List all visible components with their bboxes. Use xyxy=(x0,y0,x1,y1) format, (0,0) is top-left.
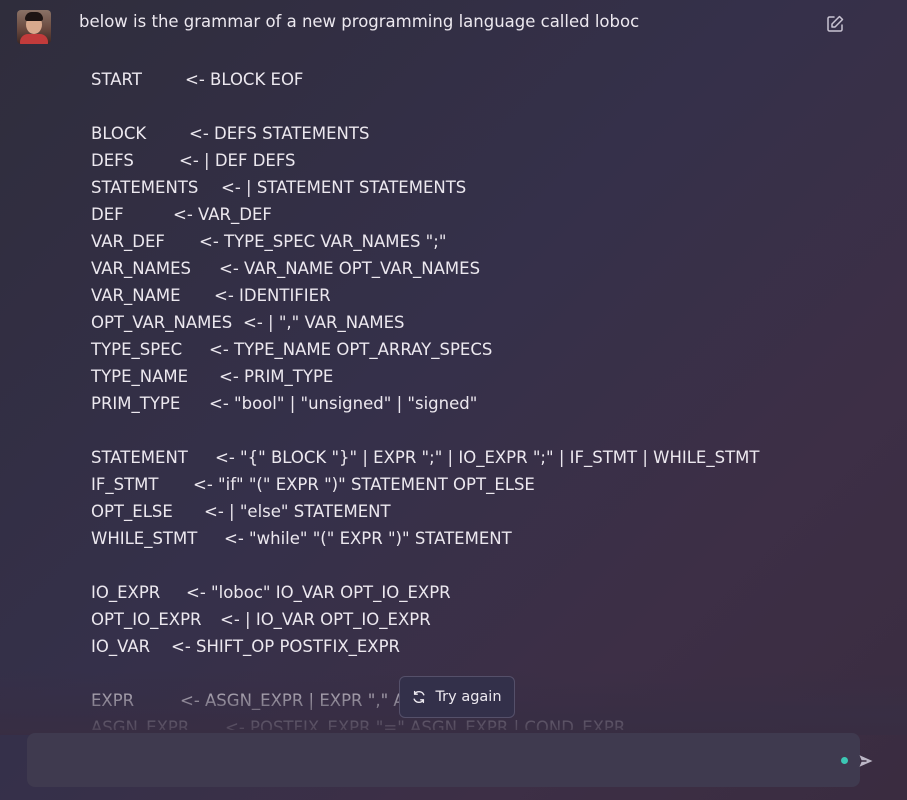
rule-name: VAR_DEF xyxy=(91,232,165,251)
grammar-rule: VAR_NAME <- IDENTIFIER xyxy=(91,282,759,309)
rule-definition: <- TYPE_SPEC VAR_NAMES ";" xyxy=(199,232,447,251)
try-again-label: Try again xyxy=(435,689,502,705)
rule-name: PRIM_TYPE xyxy=(91,394,181,413)
rule-definition: <- PRIM_TYPE xyxy=(219,367,334,386)
rule-name: STATEMENTS xyxy=(91,178,199,197)
grammar-section-gap xyxy=(91,417,759,444)
rule-definition: <- "loboc" IO_VAR OPT_IO_EXPR xyxy=(186,583,451,602)
grammar-rule: IF_STMT <- "if" "(" EXPR ")" STATEMENT OP… xyxy=(91,471,759,498)
rule-definition: <- | STATEMENT STATEMENTS xyxy=(221,178,467,197)
rule-name: VAR_NAME xyxy=(91,286,181,305)
grammar-rule: STATEMENT <- "{" BLOCK "}" | EXPR ";" | I… xyxy=(91,444,759,471)
rule-name: BLOCK xyxy=(91,124,147,143)
grammar-rule: WHILE_STMT <- "while" "(" EXPR ")" STATEM… xyxy=(91,525,759,552)
grammar-rule: DEFS <- | DEF DEFS xyxy=(91,147,759,174)
grammar-rule: STATEMENTS <- | STATEMENT STATEMENTS xyxy=(91,174,759,201)
try-again-button[interactable]: Try again xyxy=(399,676,515,718)
rule-definition: <- VAR_NAME OPT_VAR_NAMES xyxy=(219,259,481,278)
refresh-icon xyxy=(413,690,425,704)
grammar-rule: OPT_ELSE <- | "else" STATEMENT xyxy=(91,498,759,525)
grammar-rule: TYPE_SPEC <- TYPE_NAME OPT_ARRAY_SPECS xyxy=(91,336,759,363)
rule-definition: <- "{" BLOCK "}" | EXPR ";" | IO_EXPR ";… xyxy=(215,448,760,467)
user-avatar xyxy=(17,10,51,44)
message-composer xyxy=(27,733,860,789)
rule-name: WHILE_STMT xyxy=(91,529,198,548)
grammar-rule: START <- BLOCK EOF xyxy=(91,66,759,93)
grammar-rule: OPT_IO_EXPR <- | IO_VAR OPT_IO_EXPR xyxy=(91,606,759,633)
rule-name: DEFS xyxy=(91,151,134,170)
message-text: below is the grammar of a new programmin… xyxy=(79,12,640,31)
grammar-rule: VAR_NAMES <- VAR_NAME OPT_VAR_NAMES xyxy=(91,255,759,282)
rule-name: EXPR xyxy=(91,691,135,710)
rule-name: IO_EXPR xyxy=(91,583,161,602)
rule-name: OPT_VAR_NAMES xyxy=(91,313,233,332)
user-message: below is the grammar of a new programmin… xyxy=(0,0,907,730)
rule-definition: <- DEFS STATEMENTS xyxy=(189,124,370,143)
message-input[interactable] xyxy=(43,733,827,789)
rule-definition: <- "if" "(" EXPR ")" STATEMENT OPT_ELSE xyxy=(193,475,535,494)
rule-name: TYPE_NAME xyxy=(91,367,189,386)
grammar-section-gap xyxy=(91,93,759,120)
rule-definition: <- | "," VAR_NAMES xyxy=(243,313,405,332)
rule-definition: <- VAR_DEF xyxy=(173,205,272,224)
grammar-block: START <- BLOCK EOF BLOCK <- DEFS STATEMENTS… xyxy=(91,66,759,730)
grammar-rule: OPT_VAR_NAMES <- | "," VAR_NAMES xyxy=(91,309,759,336)
rule-name: TYPE_SPEC xyxy=(91,340,183,359)
rule-definition: <- TYPE_NAME OPT_ARRAY_SPECS xyxy=(209,340,493,359)
grammar-rule: TYPE_NAME <- PRIM_TYPE xyxy=(91,363,759,390)
rule-definition: <- | "else" STATEMENT xyxy=(204,502,391,521)
grammar-rule: DEF <- VAR_DEF xyxy=(91,201,759,228)
rule-definition: <- SHIFT_OP POSTFIX_EXPR xyxy=(171,637,401,656)
rule-definition: <- | DEF DEFS xyxy=(179,151,296,170)
grammar-rule: IO_EXPR <- "loboc" IO_VAR OPT_IO_EXPR xyxy=(91,579,759,606)
rule-name: OPT_ELSE xyxy=(91,502,173,521)
rule-definition: <- | IO_VAR OPT_IO_EXPR xyxy=(220,610,431,629)
status-dot xyxy=(841,757,848,764)
grammar-rule: PRIM_TYPE <- "bool" | "unsigned" | "signe… xyxy=(91,390,759,417)
rule-name: VAR_NAMES xyxy=(91,259,191,278)
rule-definition: <- "while" "(" EXPR ")" STATEMENT xyxy=(224,529,512,548)
grammar-rule: IO_VAR <- SHIFT_OP POSTFIX_EXPR xyxy=(91,633,759,660)
edit-icon[interactable] xyxy=(825,14,845,34)
send-icon[interactable] xyxy=(858,753,874,769)
rule-name: IO_VAR xyxy=(91,637,151,656)
rule-name: IF_STMT xyxy=(91,475,159,494)
grammar-section-gap xyxy=(91,552,759,579)
grammar-rule: BLOCK <- DEFS STATEMENTS xyxy=(91,120,759,147)
rule-name: ASGN_EXPR xyxy=(91,718,190,730)
rule-name: DEF xyxy=(91,205,124,224)
rule-name: START xyxy=(91,70,142,89)
grammar-rule: VAR_DEF <- TYPE_SPEC VAR_NAMES ";" xyxy=(91,228,759,255)
rule-definition: <- BLOCK EOF xyxy=(185,70,304,89)
rule-definition: <- IDENTIFIER xyxy=(214,286,331,305)
rule-name: OPT_IO_EXPR xyxy=(91,610,202,629)
rule-definition: <- "bool" | "unsigned" | "signed" xyxy=(209,394,478,413)
rule-name: STATEMENT xyxy=(91,448,188,467)
